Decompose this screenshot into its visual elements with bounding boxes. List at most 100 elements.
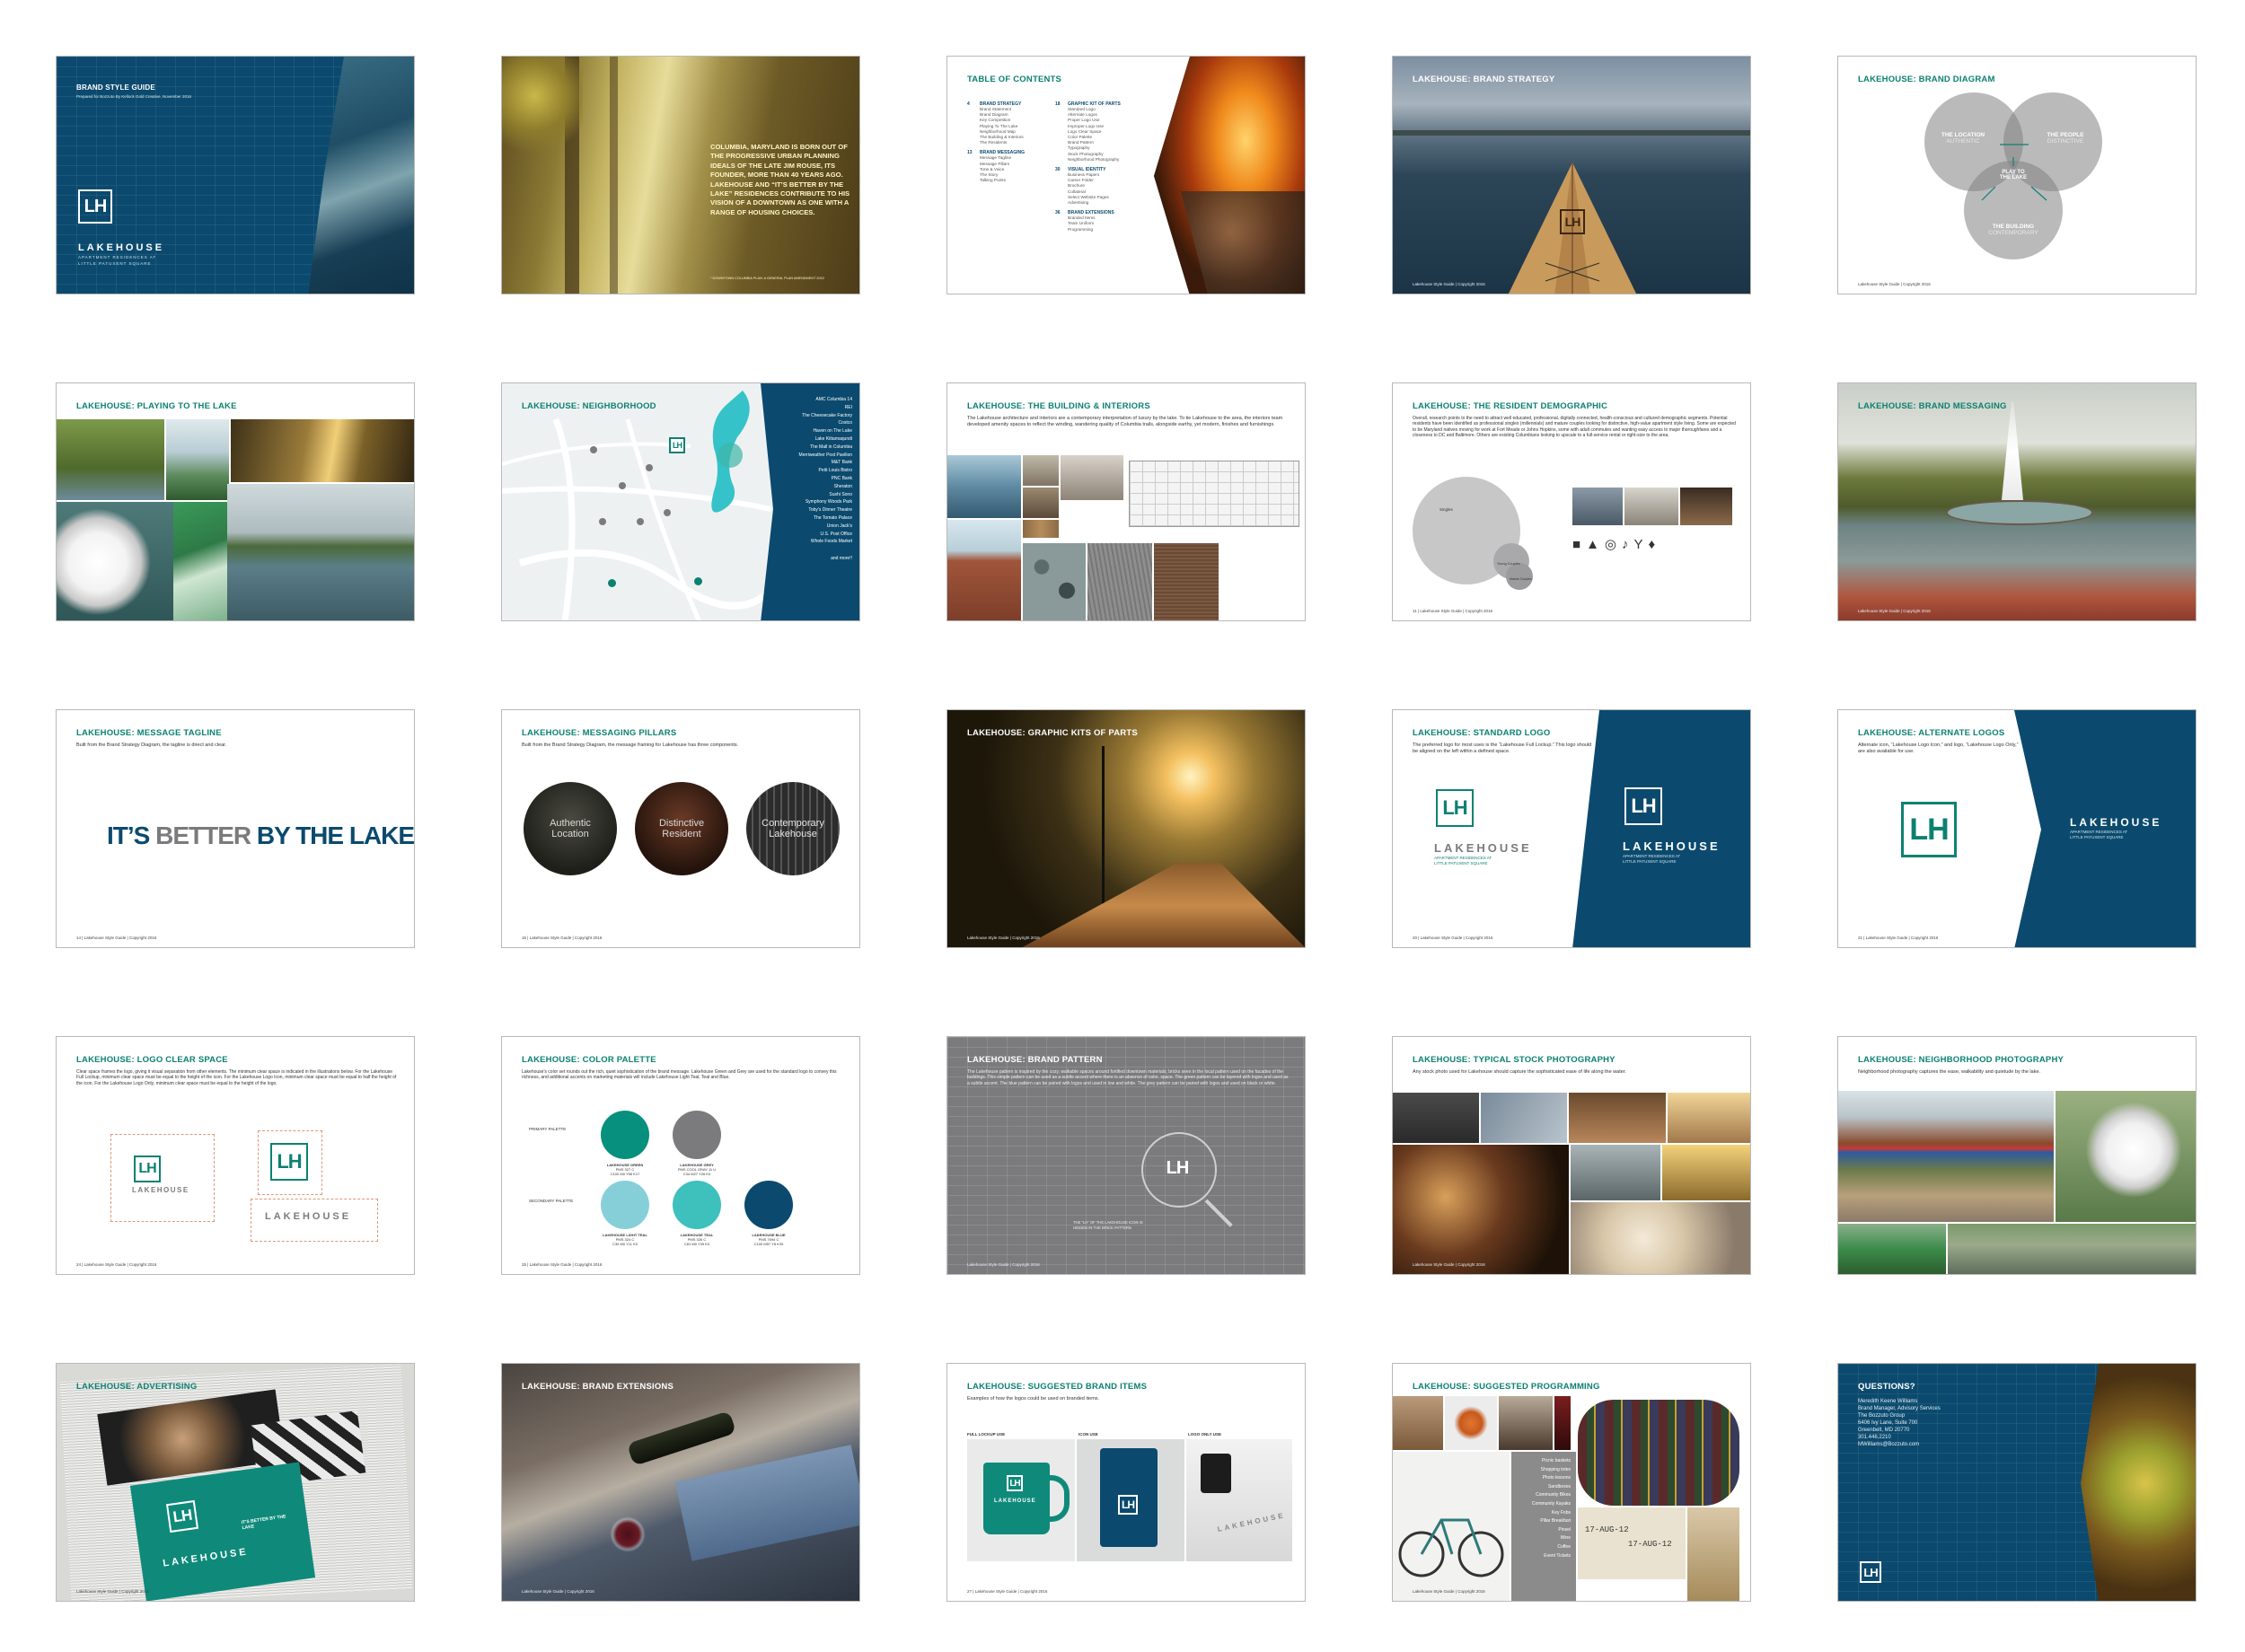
contact-email[interactable]: MWilliams@Bozzuto.com (1858, 1441, 1941, 1448)
kayak-lh-logo-icon: LH (1560, 209, 1585, 234)
slide-table-of-contents[interactable]: TABLE OF CONTENTS 4 BRAND STRATEGY Brand … (946, 56, 1306, 294)
map-pin-icon[interactable] (637, 518, 644, 525)
slide-playing-to-the-lake[interactable]: LAKEHOUSE: PLAYING TO THE LAKE (56, 382, 415, 621)
mug-wordmark: LAKEHOUSE (994, 1498, 1036, 1504)
neighborhood-map-graphic[interactable] (502, 383, 771, 621)
photo-sunset-trees (231, 419, 414, 482)
slide-resident-demographic[interactable]: LAKEHOUSE: THE RESIDENT DEMOGRAPHIC Over… (1392, 382, 1751, 621)
neighborhood-item: PNC Bank (831, 475, 852, 481)
slide-message-tagline[interactable]: LAKEHOUSE: MESSAGE TAGLINE Built from th… (56, 709, 415, 948)
map-pin-icon[interactable] (646, 464, 653, 471)
slide-footer: Lakehouse Style Guide | Copyright 2016 (1413, 1262, 1485, 1267)
slide-columbia-quote[interactable]: COLUMBIA, MARYLAND IS BORN OUT OF THE PR… (501, 56, 860, 294)
slide-cover[interactable]: BRAND STYLE GUIDE Prepared for Bozzuto B… (56, 56, 415, 294)
standard-logo-wordmark-green: LAKEHOUSE (1434, 841, 1532, 855)
graduation-cap-icon: ▲ (1586, 537, 1605, 552)
neighborhood-item: Symphony Woods Park (805, 499, 852, 505)
map-pin-icon[interactable] (619, 482, 626, 489)
swatch-spec: C100 M57 Y8 K39 (753, 1242, 784, 1246)
guitar-icon: ♪ (1622, 537, 1634, 552)
color-swatch-label: LAKEHOUSE LIGHT TEAL PMS 324 C C39 M0 Y11 … (594, 1233, 656, 1246)
standard-logo-text: The preferred logo for most uses is the … (1413, 743, 1592, 754)
neighborhood-item: Haven on The Lake (813, 428, 852, 435)
neighborhood-item: M&T Bank (831, 460, 852, 466)
demographic-icons: ■▲◎♪Y♦ (1572, 536, 1660, 552)
map-pin-icon[interactable] (590, 446, 597, 453)
slide-messaging-pillars[interactable]: LAKEHOUSE: MESSAGING PILLARS Built from … (501, 709, 860, 948)
neighborhood-item: The Mall in Columbia (810, 444, 852, 450)
slide-building-interiors[interactable]: LAKEHOUSE: THE BUILDING & INTERIORS The … (946, 382, 1306, 621)
slide-graphic-kit[interactable]: LAKEHOUSE: GRAPHIC KITS OF PARTS Lakehou… (946, 709, 1306, 948)
contact-phone[interactable]: 301.446.2210 (1858, 1434, 1941, 1441)
photo-green-sign (1838, 1224, 1946, 1274)
slide-advertising[interactable]: LH LAKEHOUSE IT'S BETTER BY THE LAKE LAK… (56, 1363, 415, 1602)
programming-title: LAKEHOUSE: SUGGESTED PROGRAMMING (1413, 1382, 1600, 1392)
slide-neighborhood-map[interactable]: LAKEHOUSE: NEIGHBORHOOD LH AMC Columbia … (501, 382, 860, 621)
brand-items-label-icon: ICON USE (1078, 1432, 1098, 1437)
map-pin-icon[interactable] (694, 577, 702, 585)
photo-wine-bottle (626, 1410, 737, 1466)
photo-cafe-street (1393, 1093, 1479, 1143)
map-pin-icon[interactable] (599, 518, 606, 525)
slide-standard-logo[interactable]: LAKEHOUSE: STANDARD LOGO The preferred l… (1392, 709, 1751, 948)
slide-questions[interactable]: QUESTIONS? Meredith Keene Williams Brand… (1837, 1363, 2197, 1602)
photo-yoga (1624, 488, 1678, 525)
photo-lakefront-path (166, 419, 229, 500)
demographic-text: Overall, research points to the need to … (1413, 416, 1736, 439)
map-lakehouse-marker-icon[interactable]: LH (669, 437, 685, 453)
cover-title: BRAND STYLE GUIDE (76, 83, 155, 92)
photo-ducks-on-lake (1948, 1224, 2196, 1274)
slide-alternate-logos[interactable]: LAKEHOUSE: ALTERNATE LOGOS Alternate ico… (1837, 709, 2197, 948)
slide-brand-messaging[interactable]: LAKEHOUSE: BRAND MESSAGING Lakehouse Sty… (1837, 382, 2197, 621)
pillar-label: Distinctive (658, 818, 705, 829)
programming-item: Sandboxes (1547, 1483, 1571, 1489)
slide-neighborhood-photography[interactable]: LAKEHOUSE: NEIGHBORHOOD PHOTOGRAPHY Neig… (1837, 1036, 2197, 1275)
forest-foliage (502, 57, 583, 155)
toc-item[interactable]: The Residents (980, 140, 1052, 145)
pillar-distinctive-resident: Distinctive Resident (635, 782, 728, 875)
slide-footer: 11 | Lakehouse Style Guide | Copyright 2… (1413, 609, 1493, 613)
cover-wordmark: LAKEHOUSE (78, 242, 165, 253)
slide-footer: 15 | Lakehouse Style Guide | Copyright 2… (522, 936, 603, 940)
contact-name: Meredith Keene Williams (1858, 1399, 1918, 1404)
programming-item: Pillar Breakfast (1540, 1518, 1571, 1525)
toc-item[interactable]: Advertising (1068, 200, 1154, 206)
standard-logo-icon-white: LH (1624, 787, 1662, 825)
toc-item[interactable]: Neighborhood Photography (1068, 157, 1154, 163)
toc-col2: 18 GRAPHIC KIT OF PARTS Standard Logo Alt… (1055, 101, 1154, 233)
programming-item: Pinsel (1558, 1526, 1571, 1533)
slide-brand-extensions[interactable]: LAKEHOUSE: BRAND EXTENSIONS Lakehouse St… (501, 1363, 860, 1602)
ticket-date-2: 17-AUG-12 (1628, 1540, 1672, 1549)
slide-brand-pattern[interactable]: LAKEHOUSE: BRAND PATTERN The Lakehouse p… (946, 1036, 1306, 1275)
pillars-text: Built from the Brand Strategy Diagram, t… (522, 743, 739, 748)
slide-logo-clear-space[interactable]: LAKEHOUSE: LOGO CLEAR SPACE Clear space … (56, 1036, 415, 1275)
slide-suggested-brand-items[interactable]: LAKEHOUSE: SUGGESTED BRAND ITEMS Example… (946, 1363, 1306, 1602)
map-pin-icon[interactable] (664, 509, 671, 516)
tagline-part-accent: BETTER (155, 822, 251, 849)
slide-color-palette[interactable]: LAKEHOUSE: COLOR PALETTE Lakehouse's col… (501, 1036, 860, 1275)
contact-role: Brand Manager, Advisory Services (1858, 1406, 1941, 1411)
map-pin-icon[interactable] (608, 579, 616, 587)
photo-interior-lounge (1023, 455, 1059, 486)
mixer-icon: ♦ (1648, 537, 1661, 552)
camera-icon: ■ (1572, 537, 1587, 552)
demographic-label-couples: Young Couples (1497, 562, 1520, 566)
slide-footer: 21 | Lakehouse Style Guide | Copyright 2… (1858, 936, 1939, 940)
alternate-logo-wordmark: LAKEHOUSE (2070, 816, 2162, 829)
slide-footer: Lakehouse Style Guide | Copyright 2016 (1413, 282, 1485, 286)
slide-suggested-programming[interactable]: LAKEHOUSE: SUGGESTED PROGRAMMING Picnic … (1392, 1363, 1751, 1602)
color-palette-text: Lakehouse's color set rounds out the ric… (522, 1069, 837, 1081)
standard-logo-title: LAKEHOUSE: STANDARD LOGO (1413, 728, 1551, 738)
clear-space-icon-only: LH (270, 1143, 308, 1181)
building-title: LAKEHOUSE: THE BUILDING & INTERIORS (967, 401, 1150, 411)
cover-lh-logo-icon: LH (78, 189, 112, 224)
slide-brand-strategy[interactable]: LH LAKEHOUSE: BRAND STRATEGY Lakehouse S… (1392, 56, 1751, 294)
photo-professional (1572, 488, 1623, 525)
toc-col1: 4 BRAND STRATEGY Brand Statement Brand Di… (967, 101, 1052, 183)
slide-stock-photography[interactable]: LAKEHOUSE: TYPICAL STOCK PHOTOGRAPHY Any… (1392, 1036, 1751, 1275)
toc-item[interactable]: Programming (1068, 227, 1154, 233)
toc-item[interactable]: Talking Points (980, 178, 1052, 183)
standard-logo-subline-2: LITTLE PATUXENT SQUARE (1434, 861, 1488, 866)
neighborhood-item: Sushi Sono (829, 491, 852, 497)
slide-brand-diagram[interactable]: LAKEHOUSE: BRAND DIAGRAM THE LOCATION AUT… (1837, 56, 2197, 294)
